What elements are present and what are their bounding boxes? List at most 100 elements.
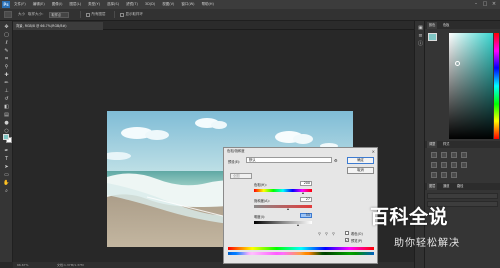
lightness-label: 明度(I): <box>254 215 266 219</box>
stamp-icon[interactable]: ⊥ <box>3 88 10 94</box>
dialog-title: 色相/饱和度 <box>227 149 245 153</box>
menu-type[interactable]: 类型(Y) <box>88 2 100 7</box>
lightness-slider-thumb[interactable] <box>297 224 300 226</box>
source-spectrum-bar <box>228 247 374 250</box>
menu-help[interactable]: 帮助(H) <box>202 2 214 7</box>
menu-list: 文件(F) 编辑(E) 图像(I) 图层(L) 类型(Y) 选择(S) 滤镜(T… <box>14 2 221 7</box>
watermark-title: 百科全说 <box>370 206 449 228</box>
lasso-icon[interactable]: ℓ <box>3 40 10 46</box>
layers-panel-tabs: 图层 通道 路径 <box>425 183 500 190</box>
quick-select-icon[interactable]: ✎ <box>3 48 10 54</box>
zoom-level[interactable]: 66.67% <box>17 263 28 267</box>
lightness-slider-track[interactable] <box>254 221 312 224</box>
menu-edit[interactable]: 编辑(E) <box>33 2 45 7</box>
panel-foreground-swatch[interactable] <box>428 33 437 41</box>
levels-icon[interactable] <box>441 152 447 158</box>
menu-window[interactable]: 窗口(W) <box>181 2 194 7</box>
document-tab[interactable]: 背景, RGB/8 @ 66.7%(RGB/8#) <box>13 22 103 30</box>
invert-icon[interactable] <box>431 172 437 178</box>
brush-icon[interactable]: ✏ <box>3 80 10 86</box>
tab-swatches[interactable]: 色板 <box>441 22 451 29</box>
properties-icon[interactable]: ≡ <box>417 33 424 39</box>
watermark-subtitle: 助你轻松解决 <box>394 238 460 249</box>
zoom-icon[interactable]: ⌕ <box>3 188 10 194</box>
threshold-icon[interactable] <box>451 172 457 178</box>
history-icon[interactable]: ▣ <box>417 25 424 31</box>
close-icon[interactable]: × <box>491 1 497 7</box>
separator <box>113 11 115 18</box>
tab-adjustments[interactable]: 调整 <box>427 141 438 148</box>
tab-color[interactable]: 颜色 <box>427 22 438 29</box>
blur-icon[interactable]: ● <box>3 120 10 126</box>
move-icon[interactable]: ✥ <box>3 24 10 30</box>
tab-layers[interactable]: 图层 <box>427 183 438 190</box>
brush-size-label: 大小 <box>18 12 25 16</box>
crop-icon[interactable]: ⌗ <box>3 56 10 62</box>
black-white-icon[interactable] <box>461 162 467 168</box>
preset-select[interactable]: 默认 <box>246 157 332 163</box>
hue-slider-thumb[interactable] <box>301 192 304 194</box>
channel-select[interactable]: 全图 <box>230 173 252 179</box>
tab-channels[interactable]: 通道 <box>441 183 451 190</box>
vibrance-icon[interactable] <box>431 162 437 168</box>
close-icon[interactable]: × <box>372 149 375 154</box>
eyedropper-minus-icon[interactable]: ⚲ <box>332 231 335 236</box>
eyedropper-icon[interactable] <box>4 11 12 18</box>
hue-value-input[interactable]: 200 <box>300 181 312 186</box>
menu-image[interactable]: 图像(I) <box>52 2 63 7</box>
path-select-icon[interactable]: ➤ <box>3 164 10 170</box>
saturation-value-input[interactable]: 27 <box>300 197 312 202</box>
posterize-icon[interactable] <box>441 172 447 178</box>
eyedropper-icon[interactable]: ⚲ <box>318 231 321 236</box>
maximize-icon[interactable]: □ <box>482 1 488 7</box>
exposure-icon[interactable] <box>461 152 467 158</box>
document-tab-strip: 背景, RGB/8 @ 66.7%(RGB/8#) <box>13 21 414 30</box>
tab-styles[interactable]: 样式 <box>441 141 451 148</box>
tab-paths[interactable]: 路径 <box>455 183 465 190</box>
cancel-button[interactable]: 取消 <box>347 167 374 174</box>
healing-icon[interactable]: ✚ <box>3 72 10 78</box>
tools-panel: ✥ ▢ ℓ ✎ ⌗ ⚲ ✚ ✏ ⊥ ↺ ◧ ▤ ● ○ ✒ T ➤ ▭ ✋ ⌕ <box>0 21 13 262</box>
preset-options-icon[interactable]: ⚙ <box>334 158 338 163</box>
eraser-icon[interactable]: ◧ <box>3 104 10 110</box>
hue-saturation-icon[interactable] <box>441 162 447 168</box>
hue-slider[interactable] <box>494 33 499 139</box>
eyedropper-plus-icon[interactable]: ⚲ <box>325 231 328 236</box>
hue-label: 色相(H): <box>254 183 267 187</box>
preview-label: 预览(P) <box>351 239 363 243</box>
saturation-slider-track[interactable] <box>254 205 312 208</box>
menu-layer[interactable]: 图层(L) <box>69 2 81 7</box>
gradient-icon[interactable]: ▤ <box>3 112 10 118</box>
marquee-icon[interactable]: ▢ <box>3 32 10 38</box>
show-ring-checkbox[interactable] <box>119 12 124 17</box>
show-ring-label: 显示取样环 <box>125 12 144 16</box>
colorize-label: 着色(O) <box>351 232 363 236</box>
hand-icon[interactable]: ✋ <box>3 180 10 186</box>
pen-icon[interactable]: ✒ <box>3 148 10 154</box>
lightness-value-input[interactable]: 55 <box>300 213 312 218</box>
menu-view[interactable]: 视图(V) <box>162 2 174 7</box>
saturation-slider-thumb[interactable] <box>287 208 290 210</box>
color-picker-field[interactable] <box>449 33 493 139</box>
minimize-icon[interactable]: – <box>473 1 479 7</box>
history-brush-icon[interactable]: ↺ <box>3 96 10 102</box>
layer-filter-row[interactable] <box>427 193 498 199</box>
colorize-checkbox[interactable] <box>345 231 349 235</box>
foreground-color-swatch[interactable] <box>3 134 9 140</box>
curves-icon[interactable] <box>451 152 457 158</box>
info-icon[interactable]: ⓘ <box>417 41 424 47</box>
brightness-icon[interactable] <box>431 152 437 158</box>
menu-filter[interactable]: 滤镜(T) <box>126 2 138 7</box>
menu-3d[interactable]: 3D(D) <box>145 2 155 7</box>
sample-size-select[interactable]: 取样点 <box>48 11 69 18</box>
type-icon[interactable]: T <box>3 156 10 162</box>
ok-button[interactable]: 确定 <box>347 157 374 164</box>
color-balance-icon[interactable] <box>451 162 457 168</box>
eyedropper-icon[interactable]: ⚲ <box>3 64 10 70</box>
preview-checkbox[interactable]: ✓ <box>345 238 349 242</box>
menu-bar: Ps 文件(F) 编辑(E) 图像(I) 图层(L) 类型(Y) 选择(S) 滤… <box>0 0 500 9</box>
menu-select[interactable]: 选择(S) <box>107 2 119 7</box>
sample-all-checkbox[interactable] <box>85 12 90 17</box>
shape-icon[interactable]: ▭ <box>3 172 10 178</box>
menu-file[interactable]: 文件(F) <box>14 2 26 7</box>
